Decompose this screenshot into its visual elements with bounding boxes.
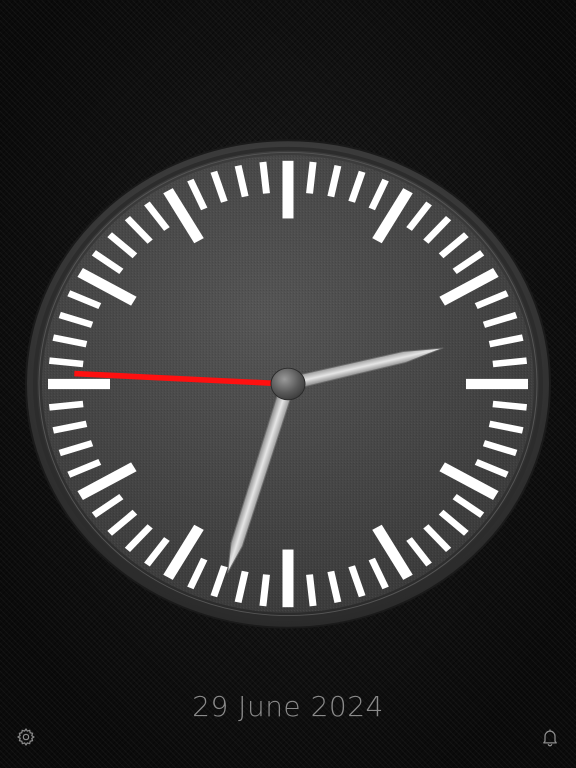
gear-icon bbox=[16, 727, 35, 747]
hour-tick bbox=[466, 378, 528, 390]
settings-button[interactable] bbox=[13, 724, 39, 750]
clock-screen: 29 June 2024 bbox=[0, 0, 576, 768]
hour-tick bbox=[282, 549, 294, 608]
hour-tick bbox=[48, 378, 110, 390]
analog-clock bbox=[25, 139, 551, 629]
date-label: 29 June 2024 bbox=[192, 690, 384, 723]
center-cap bbox=[270, 367, 306, 401]
bell-icon bbox=[543, 729, 557, 747]
hour-tick bbox=[282, 160, 294, 219]
alarm-button[interactable] bbox=[537, 724, 563, 750]
